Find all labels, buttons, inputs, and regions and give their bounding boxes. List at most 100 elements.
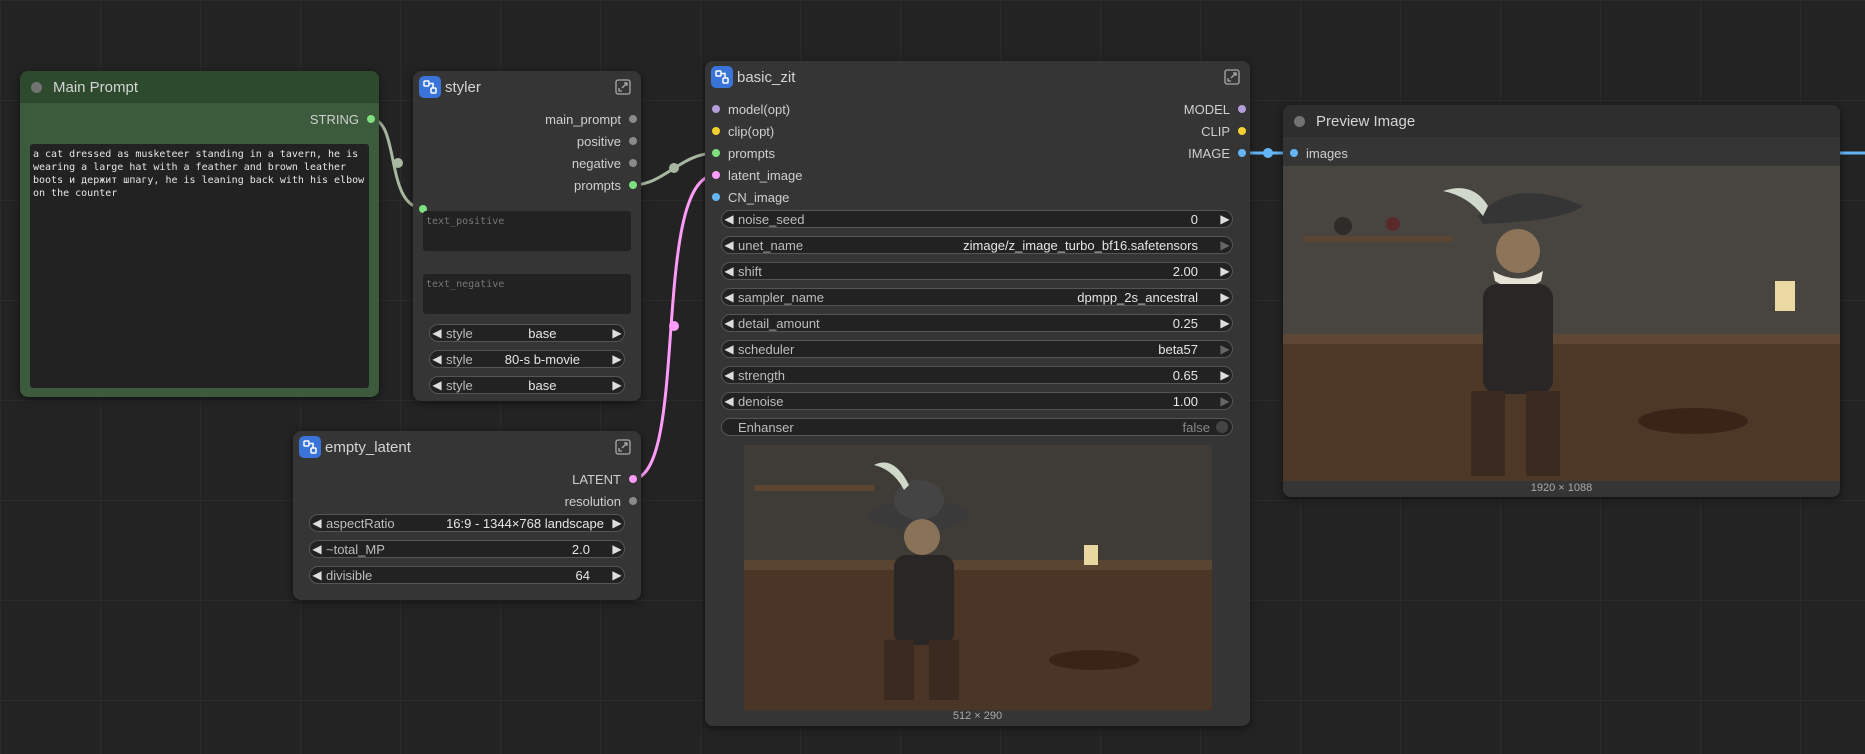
decrement-arrow-icon[interactable]: ◀ — [430, 378, 444, 392]
styler-header[interactable]: styler — [413, 71, 641, 103]
noise-seed-number[interactable]: ◀ noise_seed 0 ▶ — [721, 210, 1233, 228]
increment-arrow-icon[interactable]: ▶ — [610, 542, 624, 556]
decrement-arrow-icon[interactable]: ◀ — [722, 290, 736, 304]
increment-arrow-icon[interactable]: ▶ — [610, 352, 624, 366]
collapse-dot-icon[interactable] — [1294, 115, 1305, 127]
increment-arrow-icon[interactable]: ▶ — [1218, 368, 1232, 382]
output-string[interactable]: STRING — [310, 109, 379, 129]
expand-icon[interactable] — [615, 79, 631, 95]
basic-zit-node[interactable]: basic_zit model(opt) clip(opt) prompts l… — [705, 61, 1250, 726]
output-slot-icon[interactable] — [1238, 105, 1246, 113]
prompt-textarea[interactable]: a cat dressed as musketeer standing in a… — [30, 144, 369, 388]
input-slot-icon[interactable] — [712, 193, 720, 201]
empty-latent-node[interactable]: empty_latent LATENT resolution ◀ aspectRa… — [293, 431, 641, 600]
sampler-name-combo[interactable]: ◀ sampler_name dpmpp_2s_ancestral ▶ — [721, 288, 1233, 306]
input-images[interactable]: images — [1283, 143, 1348, 163]
output-clip[interactable]: CLIP — [1201, 121, 1250, 141]
output-label: STRING — [309, 111, 359, 127]
widget-value: 2.00 — [1172, 263, 1198, 279]
output-slot-icon[interactable] — [629, 159, 637, 167]
decrement-arrow-icon[interactable]: ◀ — [430, 326, 444, 340]
shift-number[interactable]: ◀ shift 2.00 ▶ — [721, 262, 1233, 280]
output-slot-icon[interactable] — [1238, 149, 1246, 157]
total-mp-number[interactable]: ◀ ~total_MP 2.0 ▶ — [309, 540, 625, 558]
increment-arrow-icon[interactable]: ▶ — [610, 378, 624, 392]
output-label: LATENT — [572, 471, 621, 487]
decrement-arrow-icon[interactable]: ◀ — [722, 316, 736, 330]
enhanser-toggle[interactable]: Enhanser false — [721, 418, 1233, 436]
styler-node[interactable]: styler main_prompt positive negative pro… — [413, 71, 641, 401]
input-slot-icon[interactable] — [712, 127, 720, 135]
output-slot-icon[interactable] — [629, 475, 637, 483]
decrement-arrow-icon[interactable]: ◀ — [310, 542, 324, 556]
divisible-number[interactable]: ◀ divisible 64 ▶ — [309, 566, 625, 584]
detail-amount-number[interactable]: ◀ detail_amount 0.25 ▶ — [721, 314, 1233, 332]
input-clip[interactable]: clip(opt) — [705, 121, 774, 141]
basic-zit-header[interactable]: basic_zit — [705, 61, 1250, 93]
increment-arrow-icon[interactable]: ▶ — [610, 326, 624, 340]
decrement-arrow-icon[interactable]: ◀ — [722, 238, 736, 252]
output-positive[interactable]: positive — [577, 131, 641, 151]
node-title: styler — [445, 78, 481, 96]
increment-arrow-icon[interactable]: ▶ — [1218, 212, 1232, 226]
output-model[interactable]: MODEL — [1184, 99, 1250, 119]
expand-icon[interactable] — [1224, 69, 1240, 85]
increment-arrow-icon[interactable]: ▶ — [1218, 316, 1232, 330]
aspect-ratio-combo[interactable]: ◀ aspectRatio 16:9 - 1344×768 landscape ▶ — [309, 514, 625, 532]
decrement-arrow-icon[interactable]: ◀ — [310, 516, 324, 530]
output-negative[interactable]: negative — [572, 153, 641, 173]
increment-arrow-icon[interactable]: ▶ — [1218, 342, 1232, 356]
widget-value: 0.25 — [1172, 315, 1198, 331]
output-slot-icon[interactable] — [629, 137, 637, 145]
output-slot-icon[interactable] — [629, 115, 637, 123]
increment-arrow-icon[interactable]: ▶ — [610, 516, 624, 530]
preview-image-node[interactable]: Preview Image images 1920 × 1088 — [1283, 105, 1840, 497]
decrement-arrow-icon[interactable]: ◀ — [722, 342, 736, 356]
main-prompt-node[interactable]: Main Prompt STRING a cat dressed as musk… — [20, 71, 379, 397]
increment-arrow-icon[interactable]: ▶ — [1218, 394, 1232, 408]
input-model[interactable]: model(opt) — [705, 99, 790, 119]
toggle-knob-icon[interactable] — [1216, 421, 1228, 433]
increment-arrow-icon[interactable]: ▶ — [610, 568, 624, 582]
output-slot-icon[interactable] — [629, 181, 637, 189]
decrement-arrow-icon[interactable]: ◀ — [722, 264, 736, 278]
style-combo-1[interactable]: ◀ style base ▶ — [429, 324, 625, 342]
increment-arrow-icon[interactable]: ▶ — [1218, 264, 1232, 278]
decrement-arrow-icon[interactable]: ◀ — [310, 568, 324, 582]
empty-latent-header[interactable]: empty_latent — [293, 431, 641, 463]
input-slot-icon[interactable] — [712, 149, 720, 157]
main-prompt-header[interactable]: Main Prompt — [20, 71, 379, 103]
output-image[interactable]: IMAGE — [1188, 143, 1250, 163]
preview-image-header[interactable]: Preview Image — [1283, 105, 1840, 137]
output-slot-icon[interactable] — [629, 497, 637, 505]
decrement-arrow-icon[interactable]: ◀ — [722, 368, 736, 382]
text-positive-field[interactable]: text_positive — [423, 211, 631, 251]
output-resolution[interactable]: resolution — [565, 491, 641, 511]
input-slot-icon[interactable] — [712, 171, 720, 179]
decrement-arrow-icon[interactable]: ◀ — [722, 394, 736, 408]
denoise-number[interactable]: ◀ denoise 1.00 ▶ — [721, 392, 1233, 410]
preview-dimensions: 512 × 290 — [952, 710, 1003, 722]
increment-arrow-icon[interactable]: ▶ — [1218, 290, 1232, 304]
input-latent-image[interactable]: latent_image — [705, 165, 802, 185]
expand-icon[interactable] — [615, 439, 631, 455]
strength-number[interactable]: ◀ strength 0.65 ▶ — [721, 366, 1233, 384]
output-slot-icon[interactable] — [1238, 127, 1246, 135]
increment-arrow-icon[interactable]: ▶ — [1218, 238, 1232, 252]
input-cn-image[interactable]: CN_image — [705, 187, 789, 207]
input-prompts[interactable]: prompts — [705, 143, 775, 163]
input-slot-icon[interactable] — [712, 105, 720, 113]
scheduler-combo[interactable]: ◀ scheduler beta57 ▶ — [721, 340, 1233, 358]
output-prompts[interactable]: prompts — [574, 175, 641, 195]
style-combo-3[interactable]: ◀ style base ▶ — [429, 376, 625, 394]
output-slot-icon[interactable] — [367, 115, 375, 123]
decrement-arrow-icon[interactable]: ◀ — [722, 212, 736, 226]
collapse-dot-icon[interactable] — [31, 81, 42, 93]
decrement-arrow-icon[interactable]: ◀ — [430, 352, 444, 366]
unet-name-combo[interactable]: ◀ unet_name zimage/z_image_turbo_bf16.safe… — [721, 236, 1233, 254]
style-combo-2[interactable]: ◀ style 80-s b-movie ▶ — [429, 350, 625, 368]
text-negative-field[interactable]: text_negative — [423, 274, 631, 314]
output-main-prompt[interactable]: main_prompt — [545, 109, 641, 129]
input-slot-icon[interactable] — [1290, 149, 1298, 157]
output-latent[interactable]: LATENT — [572, 469, 641, 489]
